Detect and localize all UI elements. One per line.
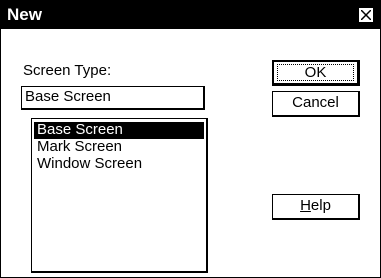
close-icon	[361, 10, 371, 20]
list-item-mark-screen[interactable]: Mark Screen	[34, 139, 204, 156]
screen-type-listbox[interactable]: Base Screen Mark Screen Window Screen	[31, 118, 208, 273]
cancel-button[interactable]: Cancel	[272, 91, 360, 117]
ok-button[interactable]: OK	[272, 60, 360, 86]
close-button[interactable]	[358, 7, 374, 23]
screen-type-field[interactable]: Base Screen	[21, 86, 205, 110]
new-dialog: New Screen Type: Base Screen Base Screen…	[0, 0, 381, 278]
title-bar[interactable]: New	[1, 1, 380, 29]
screen-type-label: Screen Type:	[23, 62, 112, 79]
help-label-rest: elp	[310, 197, 331, 214]
list-item-base-screen[interactable]: Base Screen	[34, 122, 204, 139]
ok-button-label: OK	[277, 64, 354, 81]
list-item-window-screen[interactable]: Window Screen	[34, 156, 204, 173]
help-mnemonic: H	[300, 197, 311, 214]
help-button[interactable]: Help	[272, 194, 360, 220]
dialog-title: New	[7, 5, 42, 24]
